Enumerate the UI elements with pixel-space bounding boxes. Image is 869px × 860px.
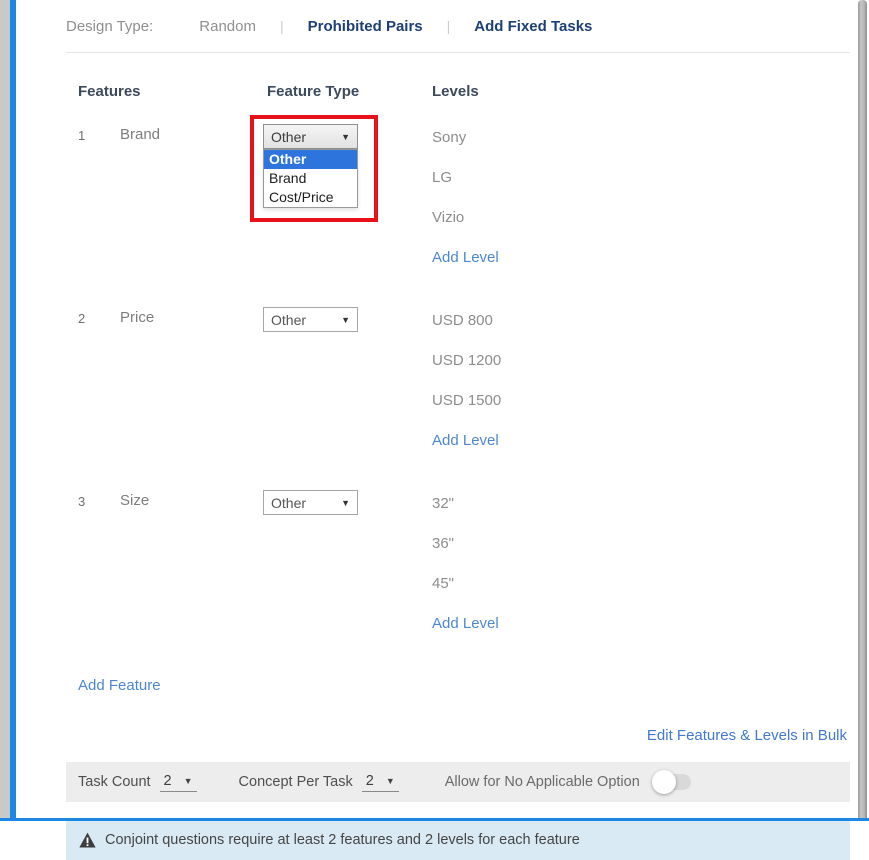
separator: |	[280, 18, 284, 34]
task-count-value: 2	[164, 773, 172, 789]
feature-name-field[interactable]: Price	[120, 307, 263, 467]
selected-feature-type: Other	[271, 312, 306, 328]
dropdown-caret-icon: ▼	[386, 776, 395, 786]
feature-row-brand: 1 Brand Other ▼ Other Brand Cost/Price S…	[66, 114, 850, 284]
features-column-header: Features	[78, 83, 267, 100]
feature-name-field[interactable]: Size	[120, 490, 263, 650]
concept-per-task-value: 2	[366, 773, 374, 789]
level-item[interactable]: USD 1200	[432, 347, 850, 387]
feature-number: 1	[78, 124, 120, 284]
feature-number: 2	[78, 307, 120, 467]
feature-type-select[interactable]: Other ▼	[263, 307, 358, 332]
level-item[interactable]: USD 800	[432, 307, 850, 347]
feature-type-cell: Other ▼	[263, 307, 432, 467]
design-type-label: Design Type:	[66, 18, 153, 35]
feature-type-cell: Other ▼	[263, 490, 432, 650]
add-level-link[interactable]: Add Level	[432, 244, 850, 284]
levels-cell: Sony LG Vizio Add Level	[432, 124, 850, 284]
dropdown-option-cost-price[interactable]: Cost/Price	[264, 188, 357, 207]
selected-feature-type: Other	[271, 129, 306, 145]
dropdown-caret-icon: ▼	[184, 776, 193, 786]
task-controls-bar: Task Count 2 ▼ Concept Per Task 2 ▼ Allo…	[66, 762, 850, 802]
level-item[interactable]: Vizio	[432, 204, 850, 244]
concept-per-task-label: Concept Per Task	[239, 774, 353, 790]
toggle-knob	[652, 770, 676, 794]
feature-name-field[interactable]: Brand	[120, 124, 263, 284]
vertical-scrollbar[interactable]	[858, 0, 867, 821]
feature-row-price: 2 Price Other ▼ USD 800 USD 1200 USD 150…	[66, 297, 850, 467]
edit-features-levels-bulk-link[interactable]: Edit Features & Levels in Bulk	[647, 727, 847, 744]
add-level-link[interactable]: Add Level	[432, 610, 850, 650]
separator: |	[447, 18, 451, 34]
dropdown-caret-icon: ▼	[341, 315, 350, 325]
add-level-link[interactable]: Add Level	[432, 427, 850, 467]
feature-type-select[interactable]: Other ▼	[263, 124, 358, 149]
design-type-value[interactable]: Random	[199, 18, 256, 35]
conjoint-design-panel: Design Type: Random | Prohibited Pairs |…	[16, 0, 857, 821]
no-applicable-option-toggle[interactable]	[654, 774, 691, 790]
level-item[interactable]: Sony	[432, 124, 850, 164]
add-feature-link[interactable]: Add Feature	[78, 677, 161, 694]
left-accent-bar	[10, 0, 16, 821]
dropdown-caret-icon: ▼	[341, 132, 350, 142]
levels-cell: USD 800 USD 1200 USD 1500 Add Level	[432, 307, 850, 467]
level-item[interactable]: 32"	[432, 490, 850, 530]
window-edge-strip	[0, 0, 10, 821]
level-item[interactable]: USD 1500	[432, 387, 850, 427]
levels-cell: 32" 36" 45" Add Level	[432, 490, 850, 650]
levels-column-header: Levels	[432, 83, 850, 100]
feature-number: 3	[78, 490, 120, 650]
feature-row-size: 3 Size Other ▼ 32" 36" 45" Add Level	[66, 480, 850, 650]
feature-type-select[interactable]: Other ▼	[263, 490, 358, 515]
validation-warning-banner: Conjoint questions require at least 2 fe…	[66, 819, 850, 860]
level-item[interactable]: LG	[432, 164, 850, 204]
warning-message: Conjoint questions require at least 2 fe…	[105, 832, 580, 848]
dropdown-option-brand[interactable]: Brand	[264, 169, 357, 188]
warning-triangle-icon	[79, 832, 96, 848]
dropdown-option-other[interactable]: Other	[264, 150, 357, 169]
design-type-row: Design Type: Random | Prohibited Pairs |…	[66, 0, 850, 52]
selected-feature-type: Other	[271, 495, 306, 511]
level-item[interactable]: 36"	[432, 530, 850, 570]
task-count-label: Task Count	[78, 774, 151, 790]
edit-bulk-row: Edit Features & Levels in Bulk	[66, 727, 850, 745]
no-applicable-option-label: Allow for No Applicable Option	[445, 774, 640, 790]
feature-type-cell: Other ▼ Other Brand Cost/Price	[263, 124, 432, 284]
feature-type-column-header: Feature Type	[267, 83, 432, 100]
concept-per-task-dropdown[interactable]: 2 ▼	[362, 772, 399, 792]
add-fixed-tasks-link[interactable]: Add Fixed Tasks	[474, 18, 592, 35]
feature-type-dropdown-list: Other Brand Cost/Price	[263, 149, 358, 208]
dropdown-caret-icon: ▼	[341, 498, 350, 508]
table-column-headers: Features Feature Type Levels	[66, 53, 850, 114]
task-count-dropdown[interactable]: 2 ▼	[160, 772, 197, 792]
level-item[interactable]: 45"	[432, 570, 850, 610]
prohibited-pairs-link[interactable]: Prohibited Pairs	[308, 18, 423, 35]
